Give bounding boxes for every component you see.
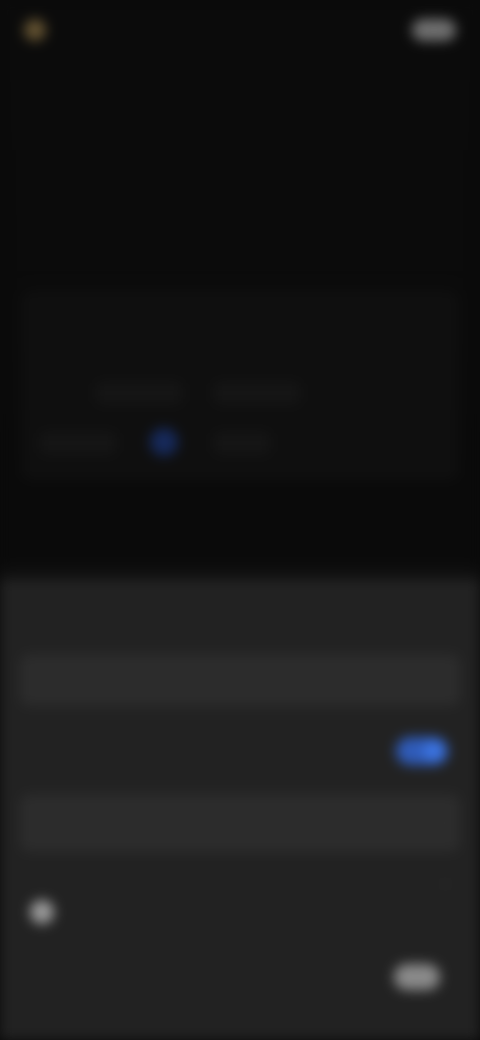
bottom-sheet: › › [0,580,480,1040]
card-chip[interactable] [214,382,300,404]
top-actions [396,19,456,41]
app-screen: › › [0,0,480,1040]
chevron-right-icon: › [442,875,448,892]
status-dot-icon [150,428,178,456]
card-chip[interactable] [40,432,116,454]
top-action-button[interactable] [412,19,456,41]
chevron-right-icon: › [442,814,448,831]
brand-logo-icon [24,19,46,41]
sheet-input-row[interactable]: › [20,794,460,852]
radio-button[interactable] [30,900,54,924]
toggle-knob [423,740,445,762]
card-chip[interactable] [96,382,182,404]
sheet-toggle-row[interactable] [20,728,460,774]
card-chip[interactable] [214,432,270,454]
sheet-input-row[interactable] [20,654,460,706]
sheet-row[interactable]: › [20,864,460,904]
header-text [46,168,276,182]
top-bar [24,12,456,48]
toggle-switch[interactable] [396,737,448,765]
brand [24,19,56,41]
bottom-action-button[interactable] [394,964,440,990]
